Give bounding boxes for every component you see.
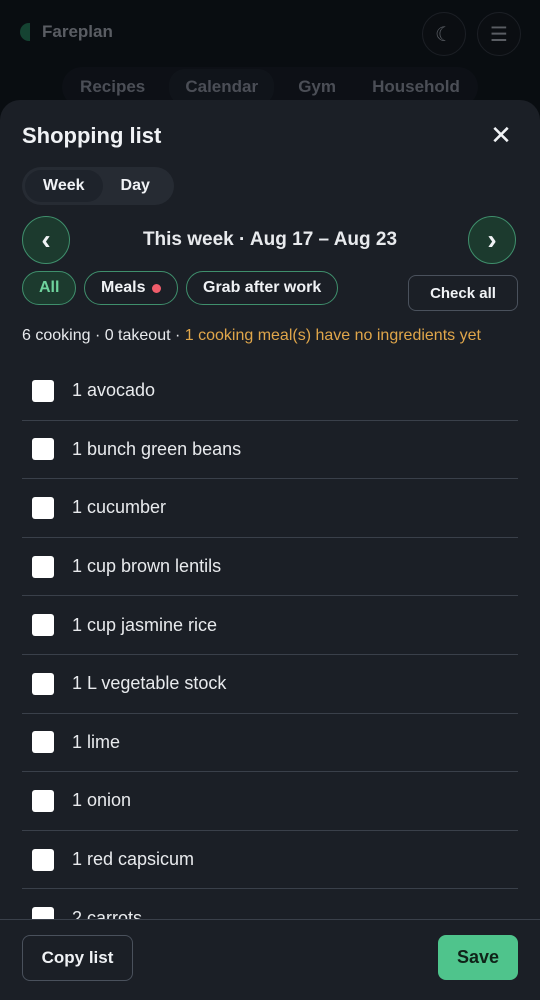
list-item[interactable]: 1 lime — [22, 714, 518, 773]
item-label: 1 avocado — [72, 380, 156, 401]
filter-label: Meals — [101, 279, 146, 296]
chevron-right-icon: › — [487, 224, 497, 255]
filter-label: Grab after work — [203, 279, 322, 296]
item-label: 1 lime — [72, 731, 121, 752]
item-checkbox[interactable] — [32, 789, 54, 812]
summary-counts: 6 cooking · 0 takeout · — [22, 327, 185, 344]
list-item[interactable]: 1 onion — [22, 772, 518, 831]
view-day-button[interactable]: Day — [103, 170, 168, 202]
item-checkbox[interactable] — [32, 438, 54, 461]
item-label: 1 onion — [72, 790, 132, 811]
filter-all-chip[interactable]: All — [22, 271, 77, 305]
item-checkbox[interactable] — [32, 614, 54, 637]
date-range-label: This week · Aug 17 – Aug 23 — [142, 229, 398, 250]
sheet-footer: Copy list Save — [0, 919, 540, 1000]
item-checkbox[interactable] — [32, 672, 54, 695]
filter-label: All — [39, 279, 60, 296]
list-item[interactable]: 1 cup jasmine rice — [22, 596, 518, 655]
list-item[interactable]: 1 bunch green beans — [22, 421, 518, 480]
close-icon: ✕ — [490, 120, 512, 150]
next-week-button[interactable]: › — [468, 216, 516, 264]
item-checkbox[interactable] — [32, 848, 54, 871]
item-label: 1 cup jasmine rice — [72, 614, 218, 635]
notification-dot-icon — [152, 283, 162, 293]
filter-grab-after-work-chip[interactable]: Grab after work — [186, 271, 339, 305]
item-label: 1 cucumber — [72, 497, 167, 518]
item-checkbox[interactable] — [32, 555, 54, 578]
item-checkbox[interactable] — [32, 379, 54, 402]
summary-text: 6 cooking · 0 takeout · 1 cooking meal(s… — [22, 327, 481, 345]
item-label: 1 L vegetable stock — [72, 673, 227, 694]
item-checkbox[interactable] — [32, 731, 54, 754]
item-label: 1 bunch green beans — [72, 438, 242, 459]
close-button[interactable]: ✕ — [486, 120, 516, 151]
shopping-list-sheet: Shopping list ✕ Week Day ‹ This week · A… — [0, 100, 540, 1000]
filter-meals-chip[interactable]: Meals — [84, 271, 179, 305]
item-checkbox[interactable] — [32, 496, 54, 519]
item-label: 1 red capsicum — [72, 849, 195, 870]
check-all-button[interactable]: Check all — [408, 275, 518, 311]
list-item[interactable]: 1 red capsicum — [22, 831, 518, 890]
view-toggle: Week Day — [22, 167, 174, 205]
list-item[interactable]: 1 avocado — [22, 362, 518, 421]
list-item[interactable]: 1 cucumber — [22, 479, 518, 538]
save-button[interactable]: Save — [438, 935, 518, 980]
item-label: 1 cup brown lentils — [72, 556, 222, 577]
list-item[interactable]: 1 cup brown lentils — [22, 538, 518, 597]
copy-list-button[interactable]: Copy list — [22, 935, 133, 981]
list-item[interactable]: 1 L vegetable stock — [22, 655, 518, 714]
sheet-title: Shopping list — [22, 123, 162, 148]
summary-warning: 1 cooking meal(s) have no ingredients ye… — [184, 327, 481, 344]
shopping-items-list: 1 avocado 1 bunch green beans 1 cucumber… — [22, 362, 518, 948]
view-week-button[interactable]: Week — [25, 170, 103, 202]
